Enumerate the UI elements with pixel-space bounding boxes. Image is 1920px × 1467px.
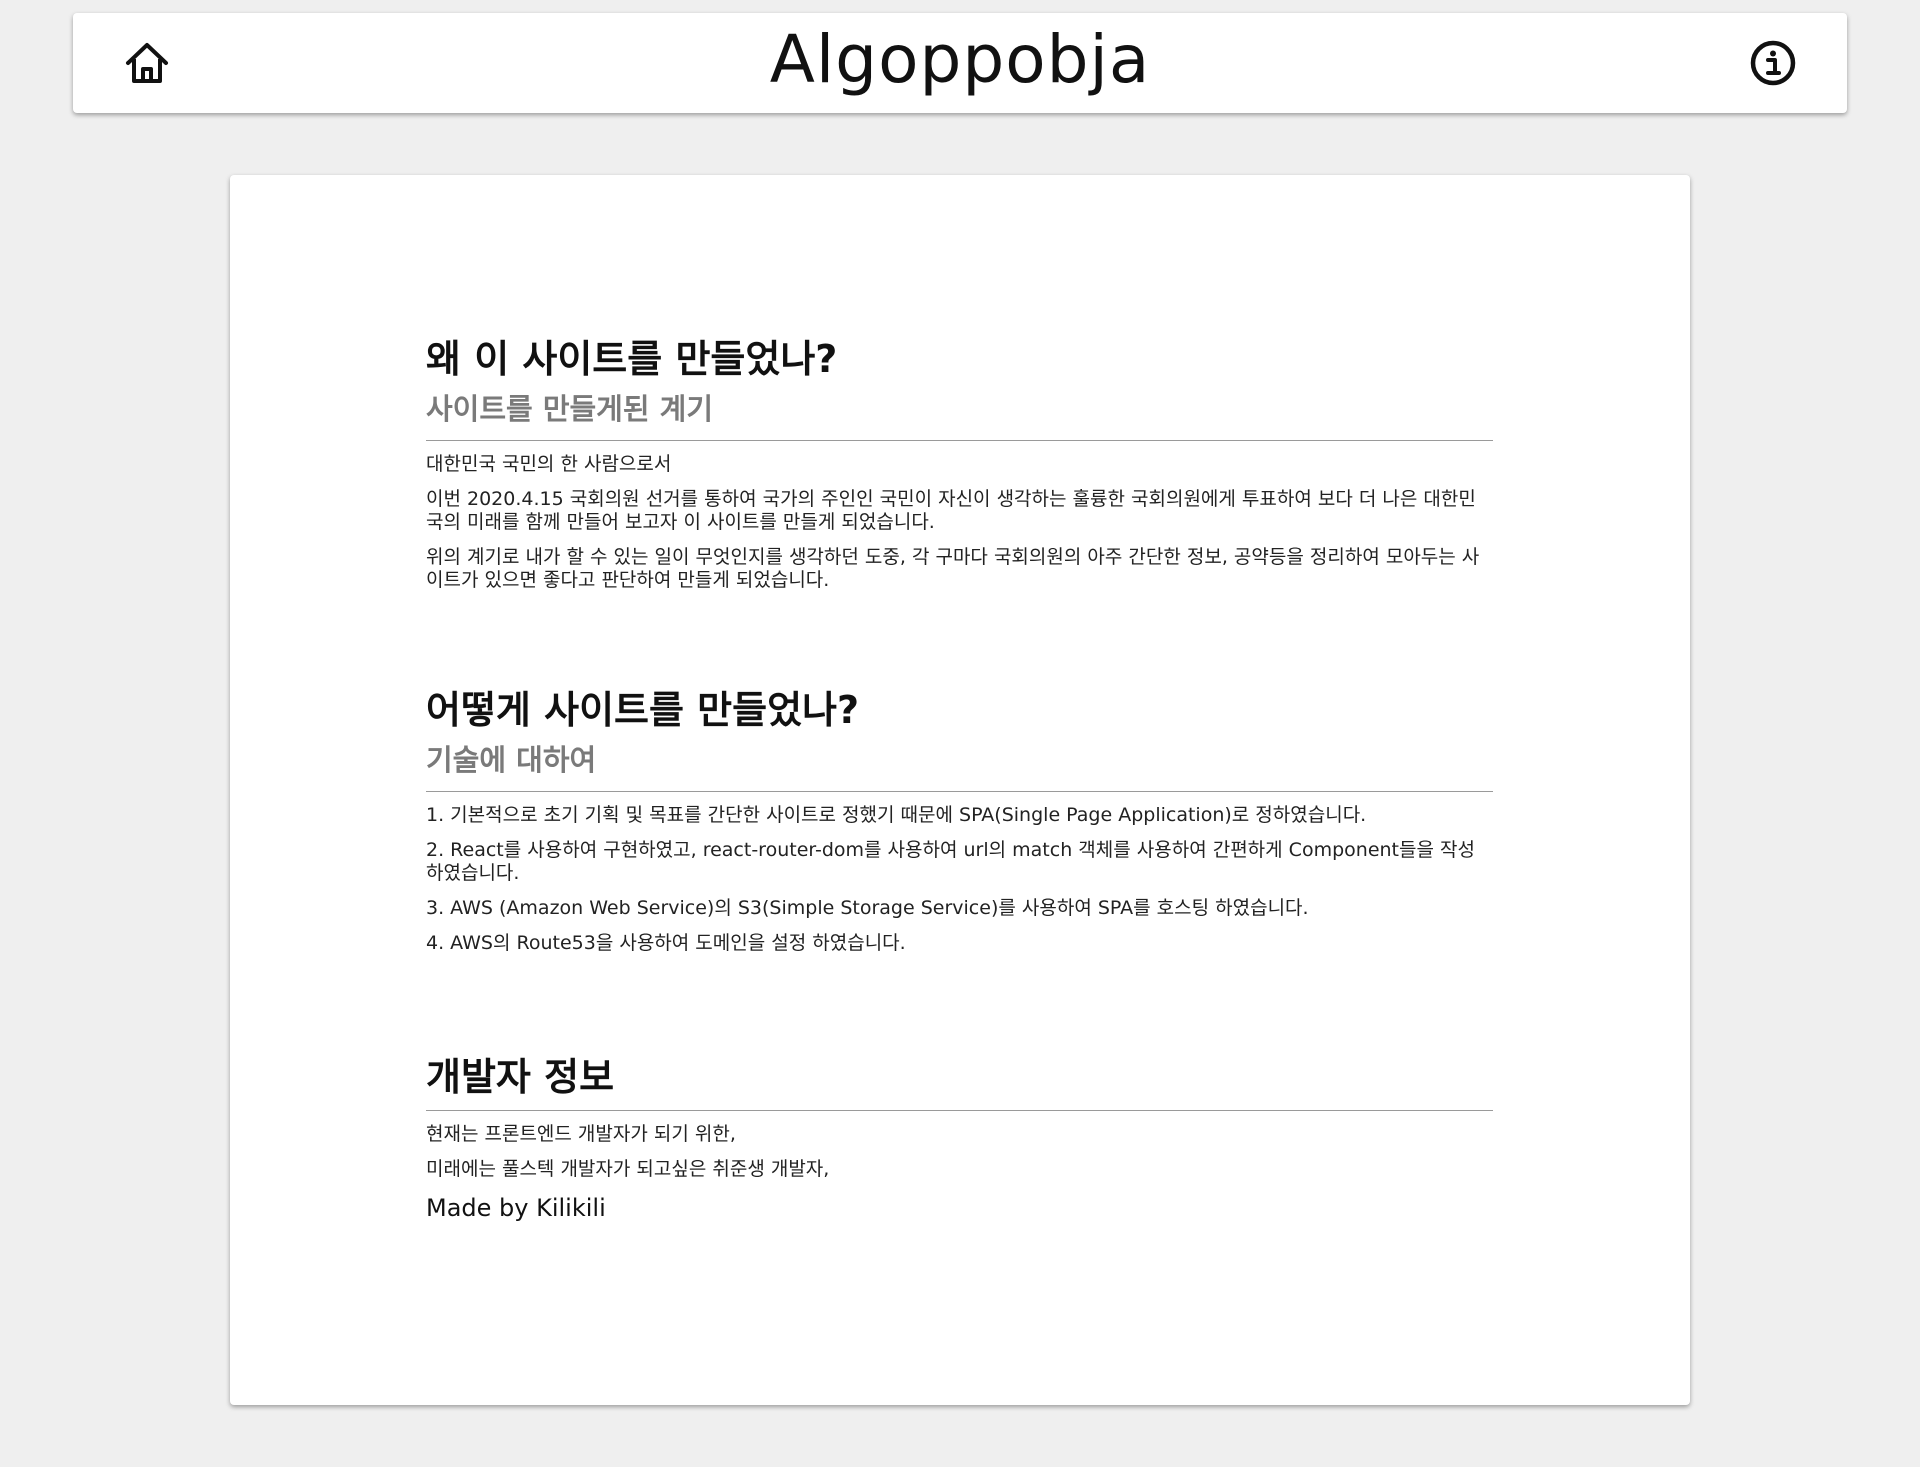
section-developer: 개발자 정보 현재는 프론트엔드 개발자가 되기 위한, 미래에는 풀스텍 개발… (426, 1051, 1493, 1223)
section-subtitle: 사이트를 만들게된 계기 (426, 392, 713, 426)
section-title: 어떻게 사이트를 만들었나? (426, 688, 860, 732)
top-header: Algoppobja (73, 13, 1847, 113)
section-paragraph: 이번 2020.4.15 국회의원 선거를 통하여 국가의 주인인 국민이 자신… (426, 488, 1476, 533)
section-divider (426, 791, 1493, 792)
section-divider (426, 1110, 1493, 1111)
info-icon (1750, 40, 1796, 86)
site-title[interactable]: Algoppobja (73, 27, 1847, 93)
about-content: 왜 이 사이트를 만들었나? 사이트를 만들게된 계기 대한민국 국민의 한 사… (426, 333, 1493, 1223)
developer-signature: Made by Kilikili (426, 1194, 606, 1222)
section-how: 어떻게 사이트를 만들었나? 기술에 대하여 1. 기본적으로 초기 기획 및 … (426, 684, 1493, 955)
section-divider (426, 440, 1493, 441)
section-subtitle: 기술에 대하여 (426, 743, 597, 777)
section-paragraph: 1. 기본적으로 초기 기획 및 목표를 간단한 사이트로 정했기 때문에 SP… (426, 804, 1367, 826)
section-paragraph: 2. React를 사용하여 구현하였고, react-router-dom를 … (426, 839, 1475, 884)
info-button[interactable] (1743, 33, 1803, 93)
section-paragraph: 대한민국 국민의 한 사람으로서 (426, 453, 672, 475)
section-title: 개발자 정보 (426, 1055, 615, 1099)
section-paragraph: 미래에는 풀스텍 개발자가 되고싶은 취준생 개발자, (426, 1158, 830, 1180)
section-paragraph: 4. AWS의 Route53을 사용하여 도메인을 설정 하였습니다. (426, 932, 906, 954)
section-why: 왜 이 사이트를 만들었나? 사이트를 만들게된 계기 대한민국 국민의 한 사… (426, 333, 1493, 592)
section-title: 왜 이 사이트를 만들었나? (426, 337, 838, 381)
section-paragraph: 현재는 프론트엔드 개발자가 되기 위한, (426, 1123, 736, 1145)
section-paragraph: 위의 계기로 내가 할 수 있는 일이 무엇인지를 생각하던 도중, 각 구마다… (426, 546, 1480, 591)
about-card: 왜 이 사이트를 만들었나? 사이트를 만들게된 계기 대한민국 국민의 한 사… (230, 175, 1690, 1405)
section-paragraph: 3. AWS (Amazon Web Service)의 S3(Simple S… (426, 897, 1309, 919)
